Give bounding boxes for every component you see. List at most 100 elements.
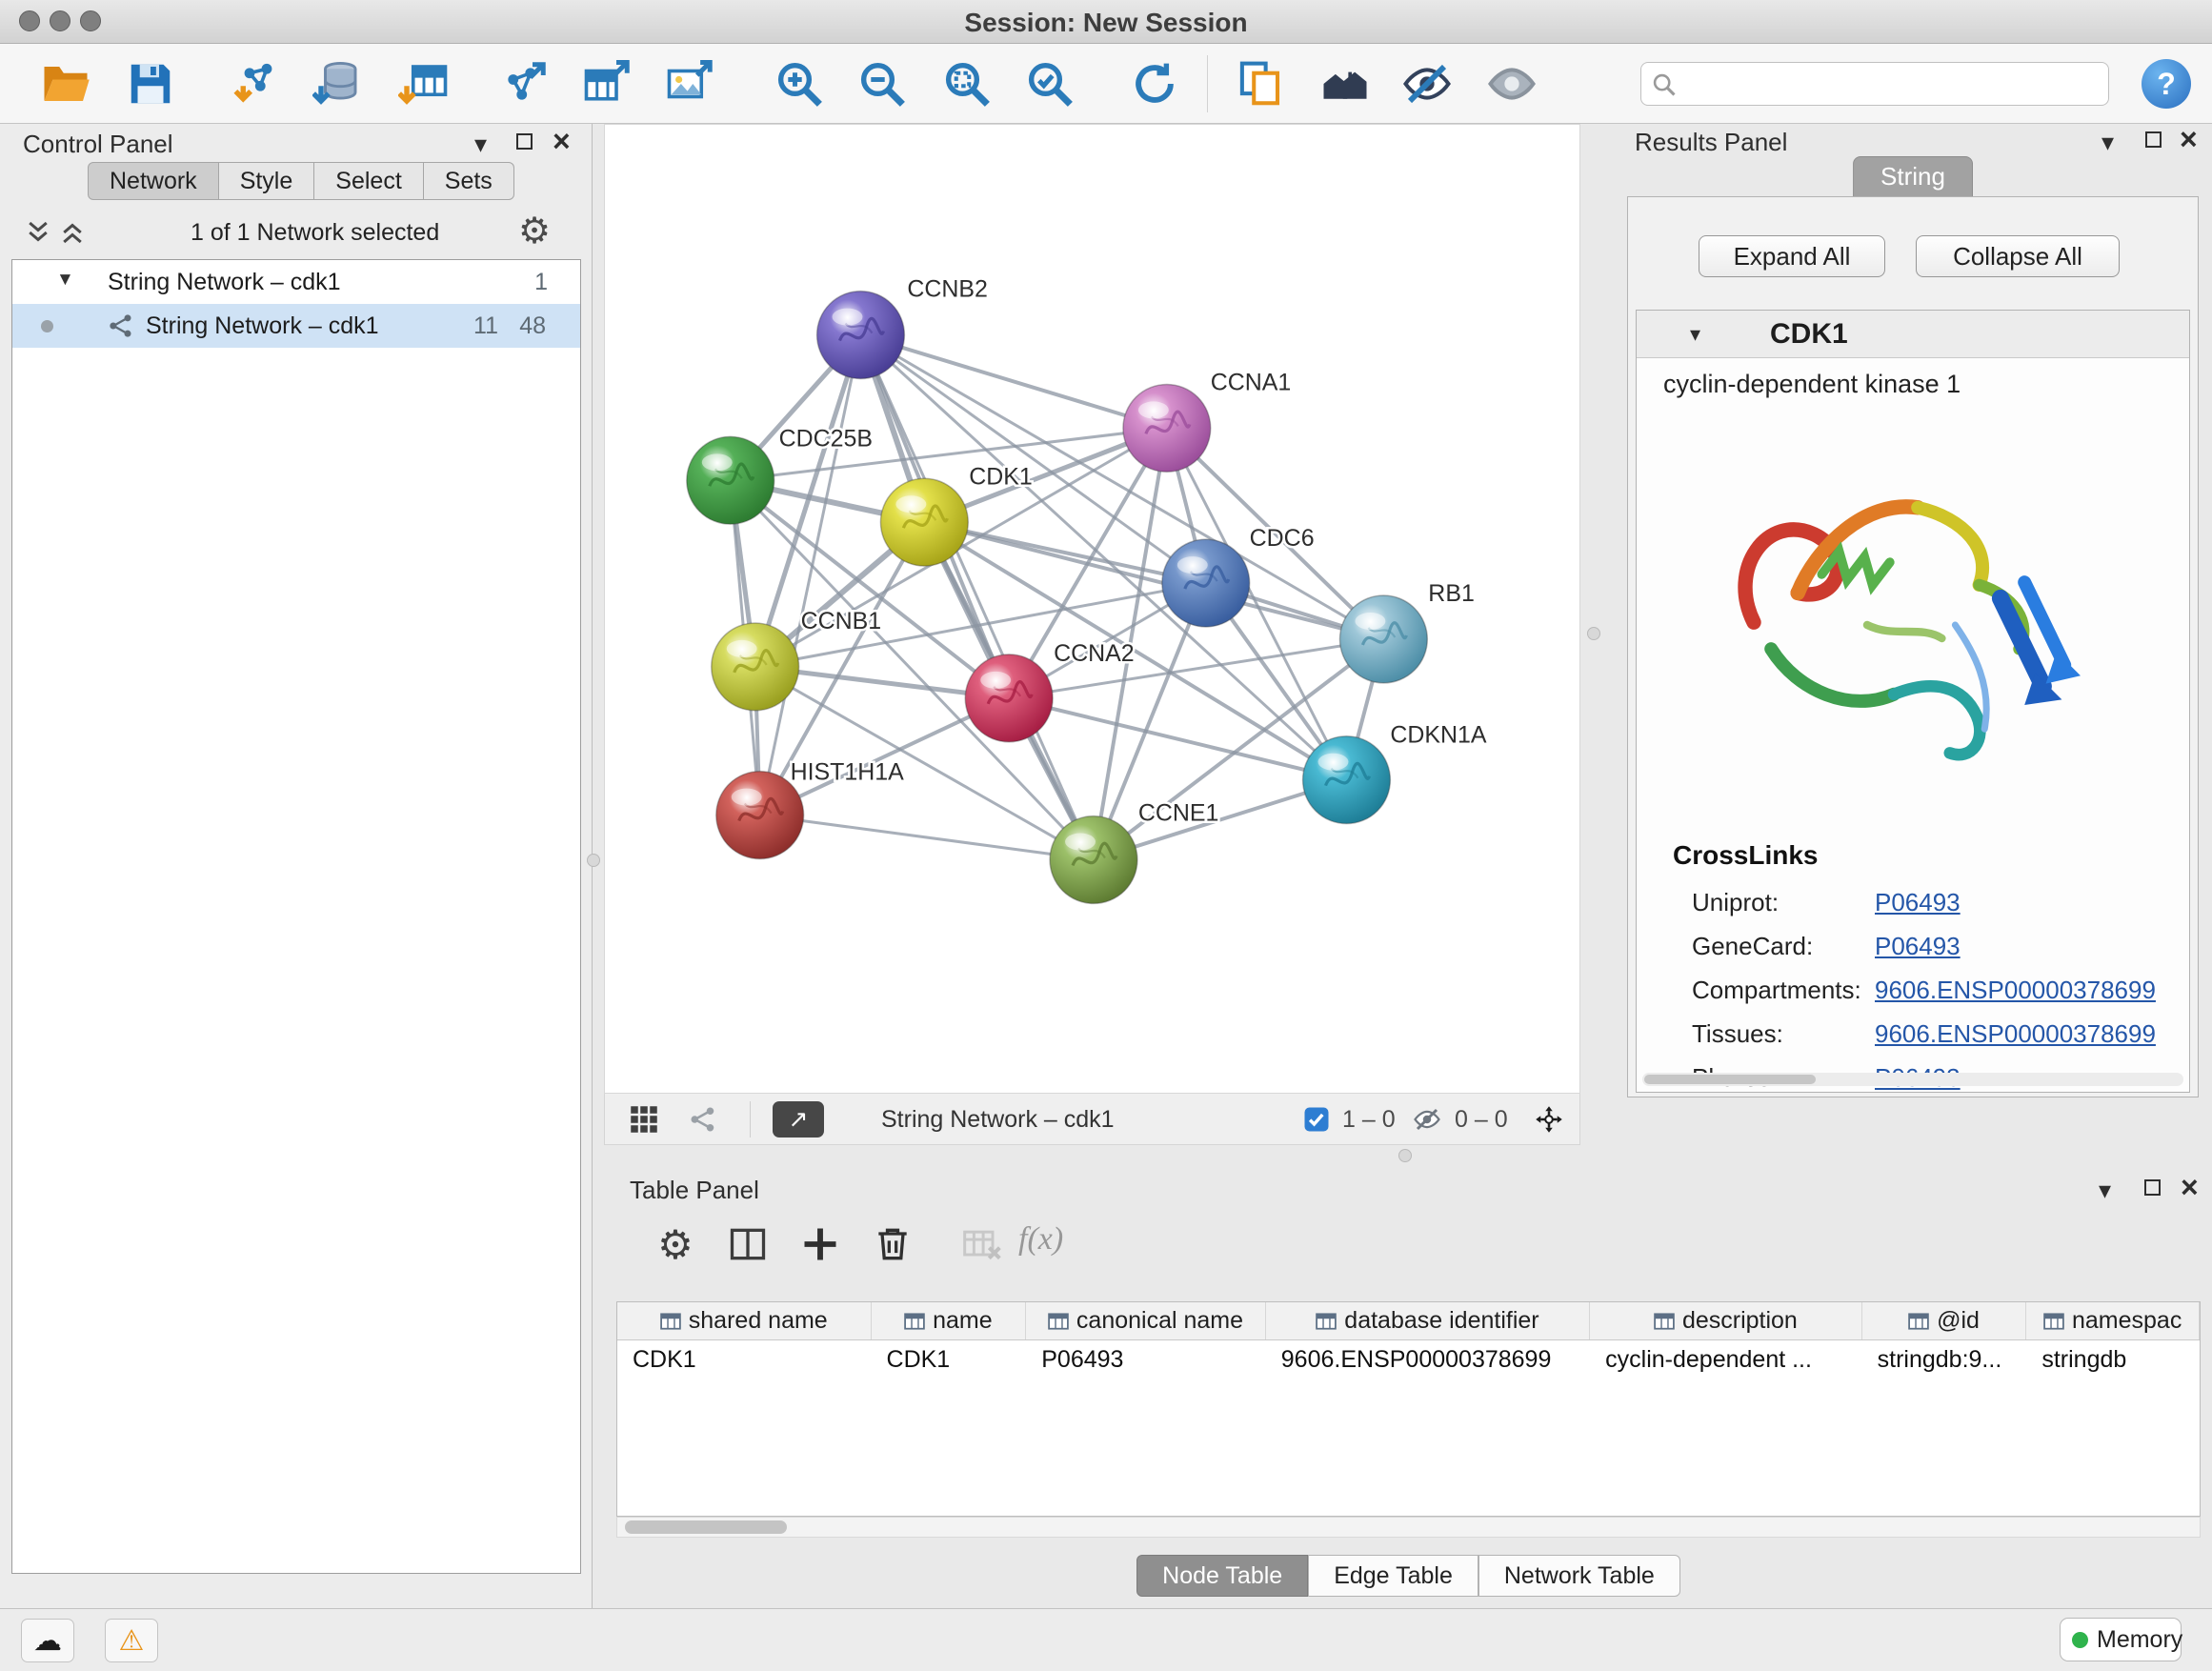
apply-layout-button[interactable] xyxy=(1127,56,1182,111)
network-view-canvas[interactable]: CCNB2CCNA1CDC25BCDK1CDC6RB1CCNB1CCNA2CDK… xyxy=(604,124,1580,1094)
crosslink-label: Tissues: xyxy=(1692,1019,1783,1049)
copy-button[interactable] xyxy=(1233,56,1288,111)
card-horizontal-scrollbar[interactable] xyxy=(1642,1073,2183,1086)
eye-slash-icon xyxy=(1401,58,1453,110)
table-cell[interactable]: stringdb xyxy=(2026,1340,2200,1379)
table-settings-button[interactable]: ⚙ xyxy=(651,1219,700,1269)
left-splitter-handle[interactable] xyxy=(587,854,600,867)
gear-icon: ⚙ xyxy=(657,1222,694,1267)
tab-network[interactable]: Network xyxy=(88,162,219,200)
selected-items-checkbox[interactable] xyxy=(1302,1104,1333,1135)
export-table-button[interactable] xyxy=(580,56,635,111)
expand-all-button[interactable]: Expand All xyxy=(1699,235,1885,277)
zoom-in-button[interactable] xyxy=(772,56,827,111)
zoom-out-button[interactable] xyxy=(855,56,910,111)
results-panel-menu-button[interactable]: ▾ xyxy=(2101,130,2114,154)
open-session-button[interactable] xyxy=(38,56,93,111)
hide-graphics-details-button[interactable] xyxy=(1399,56,1455,111)
column-header-canonical-name[interactable]: canonical name xyxy=(1026,1302,1266,1339)
zoom-selected-button[interactable] xyxy=(1022,56,1077,111)
card-scrollbar-thumb[interactable] xyxy=(1644,1075,1816,1084)
table-cell[interactable]: CDK1 xyxy=(617,1340,872,1379)
right-splitter-handle[interactable] xyxy=(1587,627,1600,640)
tab-string[interactable]: String xyxy=(1853,156,1973,196)
column-header--id[interactable]: @id xyxy=(1862,1302,2027,1339)
results-panel-float-button[interactable] xyxy=(2145,131,2162,151)
save-session-button[interactable] xyxy=(123,56,178,111)
network-node-CCNB2[interactable] xyxy=(817,292,905,379)
network-node-CDC25B[interactable] xyxy=(687,436,774,524)
open-in-new-window-button[interactable]: ↗ xyxy=(773,1101,824,1137)
table-cell[interactable]: P06493 xyxy=(1026,1340,1266,1379)
tab-node-table[interactable]: Node Table xyxy=(1136,1555,1308,1597)
export-image-button[interactable] xyxy=(663,56,718,111)
results-panel-close-button[interactable]: × xyxy=(2180,129,2198,152)
tab-select[interactable]: Select xyxy=(314,162,423,200)
column-header-shared-name[interactable]: shared name xyxy=(617,1302,872,1339)
network-options-gear-button[interactable]: ⚙ xyxy=(518,210,551,252)
add-column-button[interactable] xyxy=(795,1219,845,1269)
table-cell[interactable]: cyclin-dependent ... xyxy=(1590,1340,1861,1379)
crosslink-link[interactable]: 9606.ENSP00000378699 xyxy=(1875,976,2156,1005)
table-panel-close-button[interactable]: × xyxy=(2181,1177,2199,1200)
delete-column-button[interactable] xyxy=(868,1219,917,1269)
memory-button[interactable]: Memory xyxy=(2060,1618,2182,1661)
table-cell[interactable]: stringdb:9... xyxy=(1862,1340,2027,1379)
birds-eye-view-button[interactable] xyxy=(630,1104,660,1135)
crosslink-link[interactable]: 9606.ENSP00000378699 xyxy=(1875,1019,2156,1049)
cloud-button[interactable]: ☁ xyxy=(21,1619,74,1662)
tab-network-table[interactable]: Network Table xyxy=(1478,1555,1680,1597)
collapse-all-button[interactable]: Collapse All xyxy=(1916,235,2120,277)
table-row[interactable]: CDK1CDK1P064939606.ENSP00000378699cyclin… xyxy=(617,1340,2200,1379)
import-network-database-button[interactable] xyxy=(311,56,366,111)
network-label: String Network – cdk1 xyxy=(146,312,379,340)
collapse-all-networks-button[interactable] xyxy=(21,217,55,250)
export-network-button[interactable] xyxy=(496,56,552,111)
collapse-card-triangle-icon[interactable]: ▾ xyxy=(1690,322,1700,347)
network-node-CCNE1[interactable] xyxy=(1050,816,1137,904)
network-node-CCNA2[interactable] xyxy=(965,654,1053,742)
network-node-CDC6[interactable] xyxy=(1162,539,1250,627)
search-input[interactable] xyxy=(1685,66,2102,102)
network-node-CDK1[interactable] xyxy=(880,478,968,566)
help-button[interactable]: ? xyxy=(2142,59,2191,109)
column-header-description[interactable]: description xyxy=(1590,1302,1861,1339)
network-overview-button[interactable] xyxy=(1317,56,1373,111)
control-panel-close-button[interactable]: × xyxy=(553,131,571,154)
expand-all-networks-button[interactable] xyxy=(55,217,90,250)
warnings-button[interactable]: ⚠ xyxy=(105,1619,158,1662)
network-row[interactable]: String Network – cdk1 11 48 xyxy=(12,304,580,348)
tab-sets[interactable]: Sets xyxy=(424,162,514,200)
show-graphics-details-button[interactable] xyxy=(1484,56,1539,111)
hidden-items-button[interactable] xyxy=(1413,1104,1443,1135)
crosslink-link[interactable]: P06493 xyxy=(1875,932,1961,961)
collection-expand-triangle-icon[interactable]: ▼ xyxy=(56,270,74,291)
table-cell[interactable]: CDK1 xyxy=(872,1340,1027,1379)
function-builder-button[interactable]: f(x) xyxy=(1018,1221,1063,1258)
table-panel-menu-button[interactable]: ▾ xyxy=(2099,1178,2111,1202)
column-header-namespac[interactable]: namespac xyxy=(2026,1302,2200,1339)
pan-mode-button[interactable] xyxy=(1535,1104,1565,1135)
column-header-database-identifier[interactable]: database identifier xyxy=(1266,1302,1590,1339)
import-network-file-button[interactable] xyxy=(231,56,286,111)
tab-edge-table[interactable]: Edge Table xyxy=(1308,1555,1478,1597)
manage-columns-button[interactable] xyxy=(723,1219,773,1269)
crosslink-link[interactable]: P06493 xyxy=(1875,888,1961,917)
protein-card-header[interactable]: ▾ CDK1 xyxy=(1637,311,2189,358)
column-header-name[interactable]: name xyxy=(872,1302,1027,1339)
network-node-CCNA1[interactable] xyxy=(1123,384,1211,472)
network-node-RB1[interactable] xyxy=(1339,595,1427,683)
control-panel-menu-button[interactable]: ▾ xyxy=(474,131,487,156)
table-horizontal-scrollbar[interactable] xyxy=(616,1517,2201,1538)
zoom-fit-button[interactable] xyxy=(939,56,995,111)
table-cell[interactable]: 9606.ENSP00000378699 xyxy=(1266,1340,1590,1379)
table-panel-float-button[interactable] xyxy=(2144,1179,2161,1198)
share-network-button[interactable] xyxy=(689,1104,719,1135)
network-collection-row[interactable]: ▼ String Network – cdk1 1 xyxy=(12,260,580,304)
network-node-CCNB1[interactable] xyxy=(712,623,799,711)
network-node-CDKN1A[interactable] xyxy=(1303,736,1391,824)
table-scrollbar-thumb[interactable] xyxy=(625,1520,787,1534)
control-panel-float-button[interactable] xyxy=(516,133,533,152)
tab-style[interactable]: Style xyxy=(219,162,315,200)
import-table-file-button[interactable] xyxy=(396,56,452,111)
